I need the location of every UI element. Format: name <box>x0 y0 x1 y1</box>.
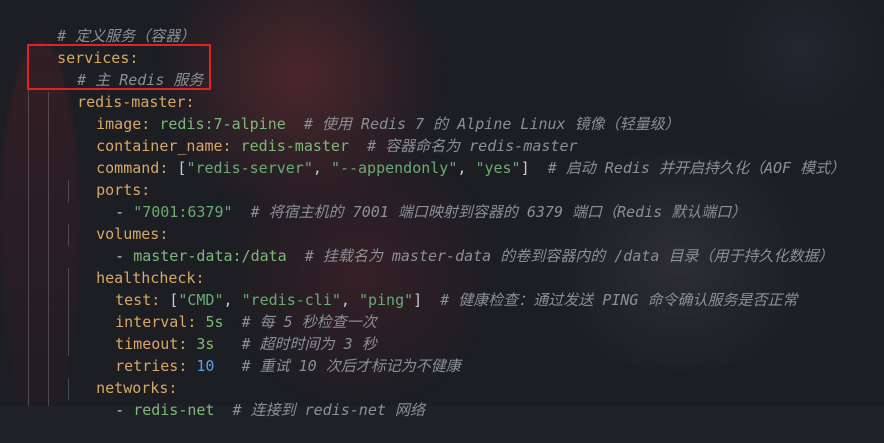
list-dash: - <box>115 401 134 419</box>
yaml-value: redis-net <box>133 401 215 419</box>
code-line: networks: <box>60 355 177 397</box>
string: "redis-server" <box>186 159 313 177</box>
code-line: interval: 5s # 每 5 秒检查一次 <box>79 289 377 331</box>
code-line: volumes: <box>60 201 168 243</box>
code-line: - master-data:/data # 挂载名为 master-data 的… <box>79 223 833 265</box>
comment: # 将宿主机的 7001 端口映射到容器的 6379 端口（Redis 默认端口… <box>250 203 747 221</box>
code-editor[interactable]: # 定义服务（容器） services: # 主 Redis 服务 redis-… <box>0 0 884 419</box>
comment: # 挂载名为 master-data 的卷到容器内的 /data 目录（用于持久… <box>304 247 834 265</box>
bracket: ] <box>413 291 423 309</box>
comma: , <box>312 159 331 177</box>
comma: , <box>457 159 476 177</box>
code-line: ports: <box>60 157 150 199</box>
comment: # 重试 10 次后才标记为不健康 <box>241 357 461 375</box>
code-line: # 定义服务（容器） <box>21 3 195 45</box>
comment: # 健康检查：通过发送 PING 命令确认服务是否正常 <box>440 291 798 309</box>
bracket: ] <box>520 159 530 177</box>
code-line: image: redis:7-alpine # 使用 Redis 7 的 Alp… <box>60 91 680 133</box>
code-line: healthcheck: <box>60 245 204 287</box>
comment: # 启动 Redis 并开启持久化（AOF 模式） <box>547 159 846 177</box>
string: "--appendonly" <box>330 159 458 177</box>
code-line: retries: 10 # 重试 10 次后才标记为不健康 <box>79 333 461 375</box>
string: "yes" <box>475 159 521 177</box>
code-line: container_name: redis-master # 容器命名为 red… <box>60 113 577 155</box>
code-line: command: ["redis-server", "--appendonly"… <box>60 135 845 177</box>
indent-guide <box>48 92 49 406</box>
code-line: test: ["CMD", "redis-cli", "ping"] # 健康检… <box>79 267 797 309</box>
code-line: timeout: 3s # 超时时间为 3 秒 <box>79 311 377 353</box>
code-line: - "7001:6379" # 将宿主机的 7001 端口映射到容器的 6379… <box>79 179 746 221</box>
annotation-highlight-box <box>27 44 211 90</box>
number: 10 <box>196 357 215 375</box>
indent-guide <box>28 48 29 406</box>
code-line: - redis-net # 连接到 redis-net 网络 <box>79 377 425 419</box>
comment: # 连接到 redis-net 网络 <box>232 401 425 419</box>
